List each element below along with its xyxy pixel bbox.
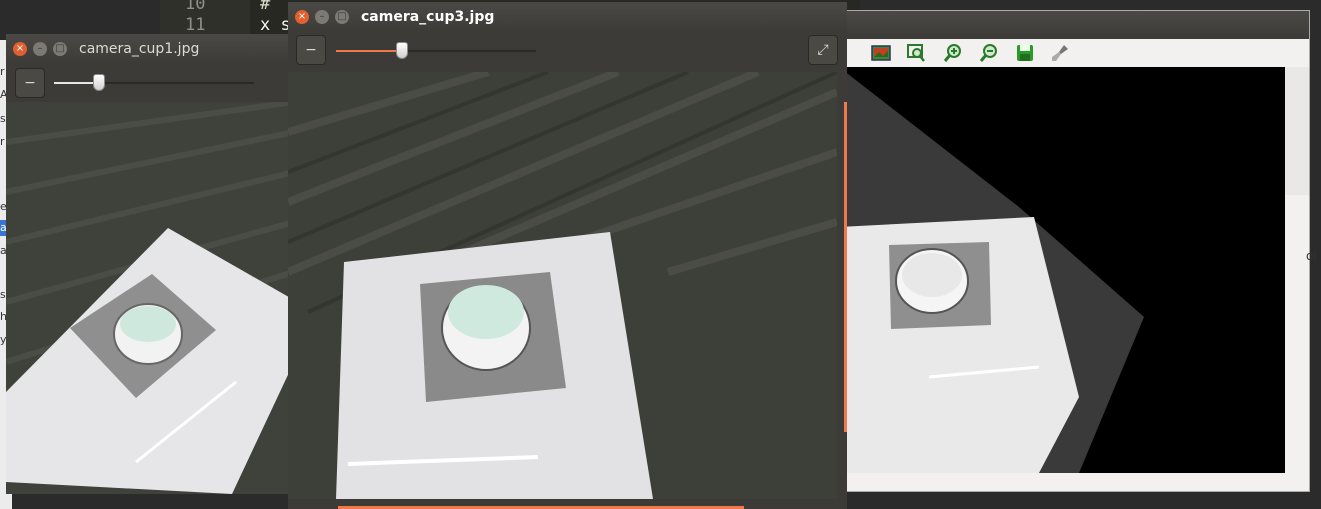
line-number: 11 bbox=[185, 15, 206, 35]
side-text: oi bbox=[1306, 249, 1317, 263]
scrollbar-vertical[interactable] bbox=[844, 102, 847, 432]
clear-icon[interactable] bbox=[1050, 43, 1070, 63]
maximize-icon[interactable]: □ bbox=[53, 42, 67, 56]
line-number: 10 bbox=[185, 0, 206, 14]
camera-cup3-window[interactable]: × – □ camera_cup3.jpg − ⤢ bbox=[288, 2, 847, 509]
maximize-icon[interactable]: □ bbox=[335, 10, 349, 24]
close-icon[interactable]: × bbox=[13, 42, 27, 56]
window-toolbar: − bbox=[6, 64, 294, 102]
text-fragment: s bbox=[0, 112, 6, 125]
collapse-button[interactable]: − bbox=[15, 68, 45, 98]
camera-image bbox=[288, 72, 837, 499]
minimize-icon[interactable]: – bbox=[33, 42, 47, 56]
save-icon[interactable] bbox=[1015, 43, 1035, 63]
picture-icon[interactable] bbox=[871, 43, 891, 63]
zoom-in-icon[interactable] bbox=[943, 43, 963, 63]
window-titlebar[interactable]: × – □ camera_cup1.jpg bbox=[6, 34, 294, 64]
code-text: x s bbox=[260, 15, 291, 35]
close-icon[interactable]: × bbox=[295, 10, 309, 24]
window-titlebar[interactable]: × – □ camera_cup3.jpg bbox=[288, 2, 847, 32]
collapse-button[interactable]: − bbox=[296, 35, 326, 65]
window-title: camera_cup1.jpg bbox=[79, 41, 200, 57]
minimize-icon[interactable]: – bbox=[315, 10, 329, 24]
zoom-fit-icon[interactable] bbox=[906, 43, 926, 63]
side-panel bbox=[1285, 67, 1309, 195]
image-canvas bbox=[6, 102, 294, 494]
text-fragment: r bbox=[0, 135, 5, 148]
image-toolbar bbox=[839, 39, 1309, 69]
slider-handle[interactable] bbox=[93, 74, 105, 91]
camera-image bbox=[6, 102, 294, 494]
camera-cup1-window[interactable]: × – □ camera_cup1.jpg − bbox=[6, 34, 294, 494]
window-titlebar[interactable] bbox=[839, 11, 1309, 39]
text-fragment: s bbox=[0, 288, 6, 301]
fullscreen-button[interactable]: ⤢ bbox=[808, 35, 838, 65]
slider-fill bbox=[336, 50, 402, 52]
window-toolbar: − ⤢ bbox=[288, 32, 847, 72]
zoom-out-icon[interactable] bbox=[979, 43, 999, 63]
window-title: camera_cup3.jpg bbox=[361, 9, 495, 25]
warped-image bbox=[839, 67, 1144, 473]
code-text: # bbox=[260, 0, 271, 14]
slider-handle[interactable] bbox=[396, 42, 408, 59]
warped-image-canvas bbox=[839, 67, 1285, 473]
slider-fill bbox=[54, 82, 98, 84]
text-fragment: r bbox=[0, 65, 5, 78]
warped-image-window[interactable] bbox=[838, 10, 1310, 492]
image-canvas bbox=[288, 72, 837, 499]
